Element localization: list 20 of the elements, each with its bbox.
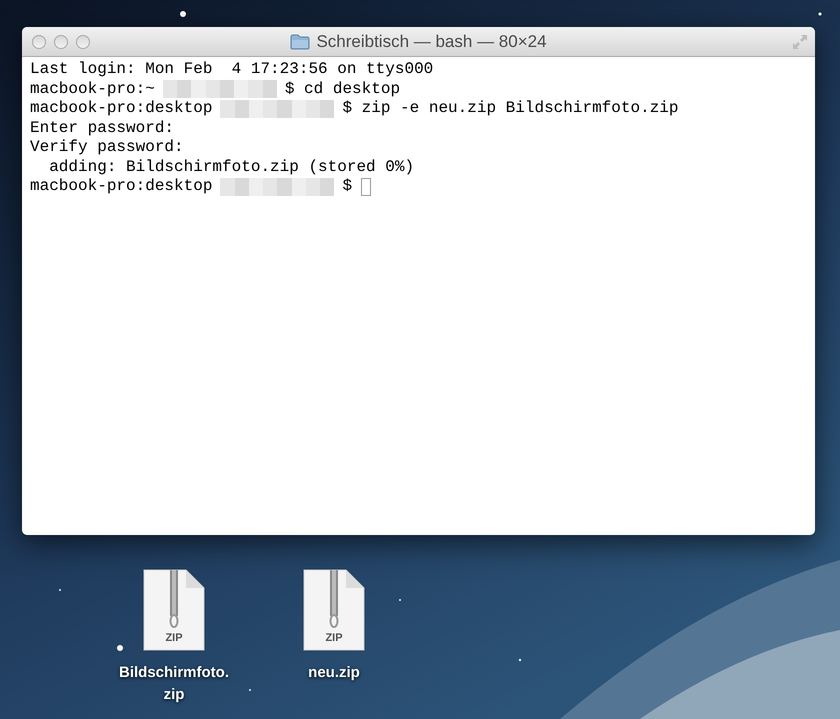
terminal-command: $ cd desktop [284, 80, 400, 99]
window-title: Schreibtisch — bash — 80×24 [316, 30, 547, 53]
zip-file-icon[interactable]: ZIP [302, 568, 366, 652]
minimize-button[interactable] [54, 34, 68, 48]
terminal-line: Last login: Mon Feb 4 17:23:56 on ttys000 [30, 60, 434, 80]
terminal-command: $ [342, 177, 352, 196]
file-name: neu.zip [308, 663, 360, 683]
fullscreen-icon[interactable] [791, 32, 809, 50]
terminal-line: Enter password: [30, 118, 174, 138]
terminal-line: macbook-pro:desktop [30, 99, 212, 118]
terminal-line: macbook-pro:desktop [30, 177, 212, 196]
close-button[interactable] [32, 34, 46, 48]
terminal-command: $ zip -e neu.zip Bildschirmfoto.zip [342, 99, 678, 118]
file-name: Bildschirmfoto.zip [118, 663, 230, 705]
terminal-line: adding: Bildschirmfoto.zip (stored 0%) [48, 158, 414, 177]
zip-file-icon[interactable]: ZIP [142, 568, 206, 652]
folder-icon [290, 34, 310, 50]
terminal-line: macbook-pro:~ [30, 80, 155, 99]
terminal-line: Verify password: [30, 138, 184, 158]
zoom-button[interactable] [76, 34, 90, 48]
